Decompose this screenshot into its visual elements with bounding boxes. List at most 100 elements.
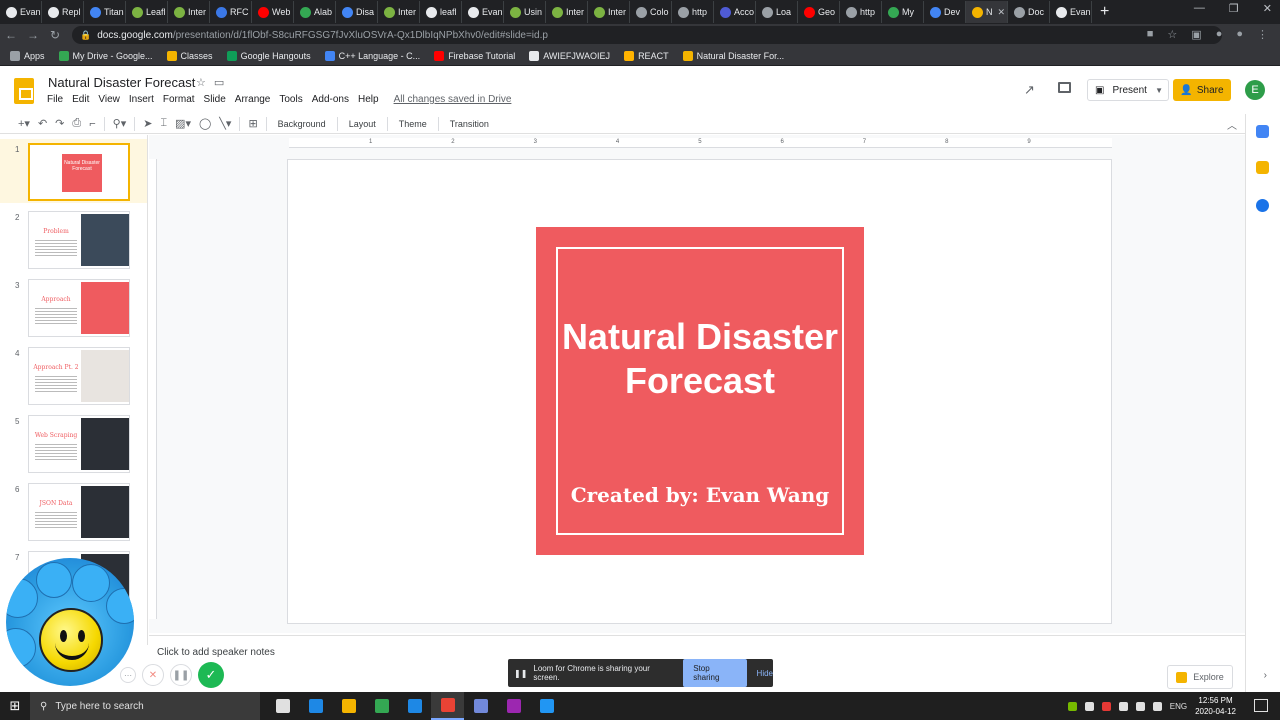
browser-tab[interactable]: Inter [378, 1, 420, 23]
slide-thumbnail-row[interactable]: 6 JSON Data [0, 479, 147, 543]
browser-tab[interactable]: Repl [42, 1, 84, 23]
stop-sharing-button[interactable]: Stop sharing [683, 659, 747, 687]
finish-recording-icon[interactable]: ✓ [198, 662, 224, 688]
chevron-up-icon[interactable]: ︿ [1227, 117, 1237, 132]
onedrive-icon[interactable] [1084, 701, 1094, 711]
camera-icon[interactable]: ■ [1147, 28, 1154, 41]
menu-item-format[interactable]: Format [163, 94, 195, 105]
webcam-bubble[interactable] [6, 558, 134, 686]
bookmark-star-icon[interactable]: ☆ [1167, 28, 1177, 41]
browser-tab[interactable]: Titan [84, 1, 126, 23]
browser-tab[interactable]: Doc [1008, 1, 1050, 23]
calendar-icon[interactable] [1256, 125, 1269, 138]
browser-tab[interactable]: Evan [462, 1, 504, 23]
browser-tab[interactable]: http [840, 1, 882, 23]
menu-item-tools[interactable]: Tools [279, 94, 302, 105]
title-card[interactable]: Natural Disaster Forecast Created by: Ev… [536, 227, 864, 555]
notifications-icon[interactable] [1254, 699, 1268, 712]
chevron-down-icon[interactable]: ▼ [1155, 86, 1163, 95]
present-button[interactable]: ▣ Present ▼ [1087, 79, 1169, 101]
clock[interactable]: 12:56 PM 2020-04-12 [1195, 695, 1236, 717]
background-button[interactable]: Background [275, 119, 329, 129]
bitdefender-icon[interactable] [1101, 701, 1111, 711]
browser-tab[interactable]: Web [252, 1, 294, 23]
browser-tab[interactable]: N ✕ [966, 1, 1008, 23]
slide-thumbnail[interactable]: Natural Disaster Forecast [28, 143, 130, 201]
menu-item-addons[interactable]: Add-ons [312, 94, 349, 105]
browser-tab[interactable]: Acco [714, 1, 756, 23]
loom-extension-icon[interactable]: ● [1216, 28, 1223, 41]
nvidia-icon[interactable] [1067, 701, 1077, 711]
browser-tab[interactable]: Inter [546, 1, 588, 23]
new-tab-icon[interactable]: + [1100, 3, 1109, 21]
browser-tab[interactable]: leafl [420, 1, 462, 23]
browser-tab[interactable]: Inter [588, 1, 630, 23]
taskbar-app[interactable] [365, 692, 398, 720]
browser-tab[interactable]: Inter [168, 1, 210, 23]
hide-button[interactable]: Hide [757, 669, 773, 678]
layout-button[interactable]: Layout [346, 119, 379, 129]
taskbar-app[interactable] [431, 692, 464, 720]
restore-icon[interactable]: ❐ [1229, 2, 1239, 15]
slide-thumbnail[interactable]: Approach [28, 279, 130, 337]
browser-tab[interactable]: Usin [504, 1, 546, 23]
avatar[interactable]: E [1245, 80, 1265, 100]
select-icon[interactable]: ➤ [143, 117, 152, 130]
slide-thumbnail-row[interactable]: 5 Web Scraping [0, 411, 147, 475]
browser-tab[interactable]: Geo [798, 1, 840, 23]
battery-icon[interactable] [1135, 701, 1145, 711]
browser-tab[interactable]: RFC [210, 1, 252, 23]
more-icon[interactable]: ⋯ [120, 667, 136, 683]
slide-thumbnail-row[interactable]: 4 Approach Pt. 2 [0, 343, 147, 407]
taskbar-app[interactable] [497, 692, 530, 720]
slide-thumbnail[interactable]: Problem [28, 211, 130, 269]
explore-button[interactable]: Explore [1167, 665, 1233, 689]
browser-tab[interactable]: Evan [0, 1, 42, 23]
bookmark-item[interactable]: Firebase Tutorial [434, 50, 515, 61]
browser-tab[interactable]: Evan [1050, 1, 1092, 23]
slide-thumbnail-row[interactable]: 1 Natural Disaster Forecast [0, 139, 147, 203]
image-icon[interactable]: ▨▾ [175, 117, 191, 130]
slide-thumbnail-row[interactable]: 2 Problem [0, 207, 147, 271]
forward-icon[interactable]: → [22, 28, 44, 42]
extension-icon[interactable]: ▣ [1191, 28, 1201, 41]
browser-tab[interactable]: Disa [336, 1, 378, 23]
bookmark-item[interactable]: REACT [624, 50, 669, 61]
speaker-notes-placeholder[interactable]: Click to add speaker notes [157, 647, 275, 658]
line-icon[interactable]: ╲▾ [219, 117, 231, 130]
taskbar-app[interactable] [299, 692, 332, 720]
browser-tab[interactable]: Dev [924, 1, 966, 23]
back-icon[interactable]: ← [0, 28, 22, 42]
move-folder-icon[interactable]: ▭ [214, 76, 224, 89]
close-window-icon[interactable]: ✕ [1263, 2, 1272, 15]
bookmark-item[interactable]: C++ Language - C... [324, 50, 420, 61]
comment-add-icon[interactable]: ⊞ [248, 117, 257, 130]
browser-tab[interactable]: Alab [294, 1, 336, 23]
theme-button[interactable]: Theme [396, 119, 430, 129]
minimize-icon[interactable]: — [1194, 2, 1205, 15]
undo-icon[interactable]: ↶ [38, 117, 47, 130]
menu-icon[interactable]: ⋮ [1257, 28, 1268, 41]
slide-title[interactable]: Natural Disaster Forecast [558, 315, 842, 403]
taskbar-app[interactable] [266, 692, 299, 720]
taskbar-search[interactable]: ⚲ Type here to search [30, 692, 260, 720]
address-bar[interactable]: 🔒 docs.google.com/presentation/d/1flObf-… [72, 26, 1222, 44]
save-status[interactable]: All changes saved in Drive [394, 94, 512, 105]
browser-tab[interactable]: Leafl [126, 1, 168, 23]
zoom-icon[interactable]: ⚲▾ [113, 117, 127, 130]
menu-item-view[interactable]: View [98, 94, 120, 105]
text-box-icon[interactable]: ⌶ [160, 117, 167, 130]
tasks-icon[interactable] [1256, 199, 1269, 212]
bookmark-item[interactable]: AWIEFJWAOIEJ [529, 50, 610, 61]
share-button[interactable]: 👤 Share [1173, 79, 1231, 101]
profile-icon[interactable]: ● [1236, 28, 1243, 41]
comments-icon[interactable] [1058, 82, 1071, 93]
slide-subtitle[interactable]: Created by: Evan Wang [558, 483, 842, 507]
pause-icon[interactable]: ❚❚ [170, 664, 192, 686]
bookmark-item[interactable]: Google Hangouts [226, 50, 311, 61]
new-slide-icon[interactable]: +▾ [18, 117, 30, 130]
browser-tab[interactable]: http [672, 1, 714, 23]
paint-format-icon[interactable]: ⌐ [89, 118, 95, 130]
menu-item-help[interactable]: Help [358, 94, 379, 105]
network-icon[interactable] [1118, 701, 1128, 711]
